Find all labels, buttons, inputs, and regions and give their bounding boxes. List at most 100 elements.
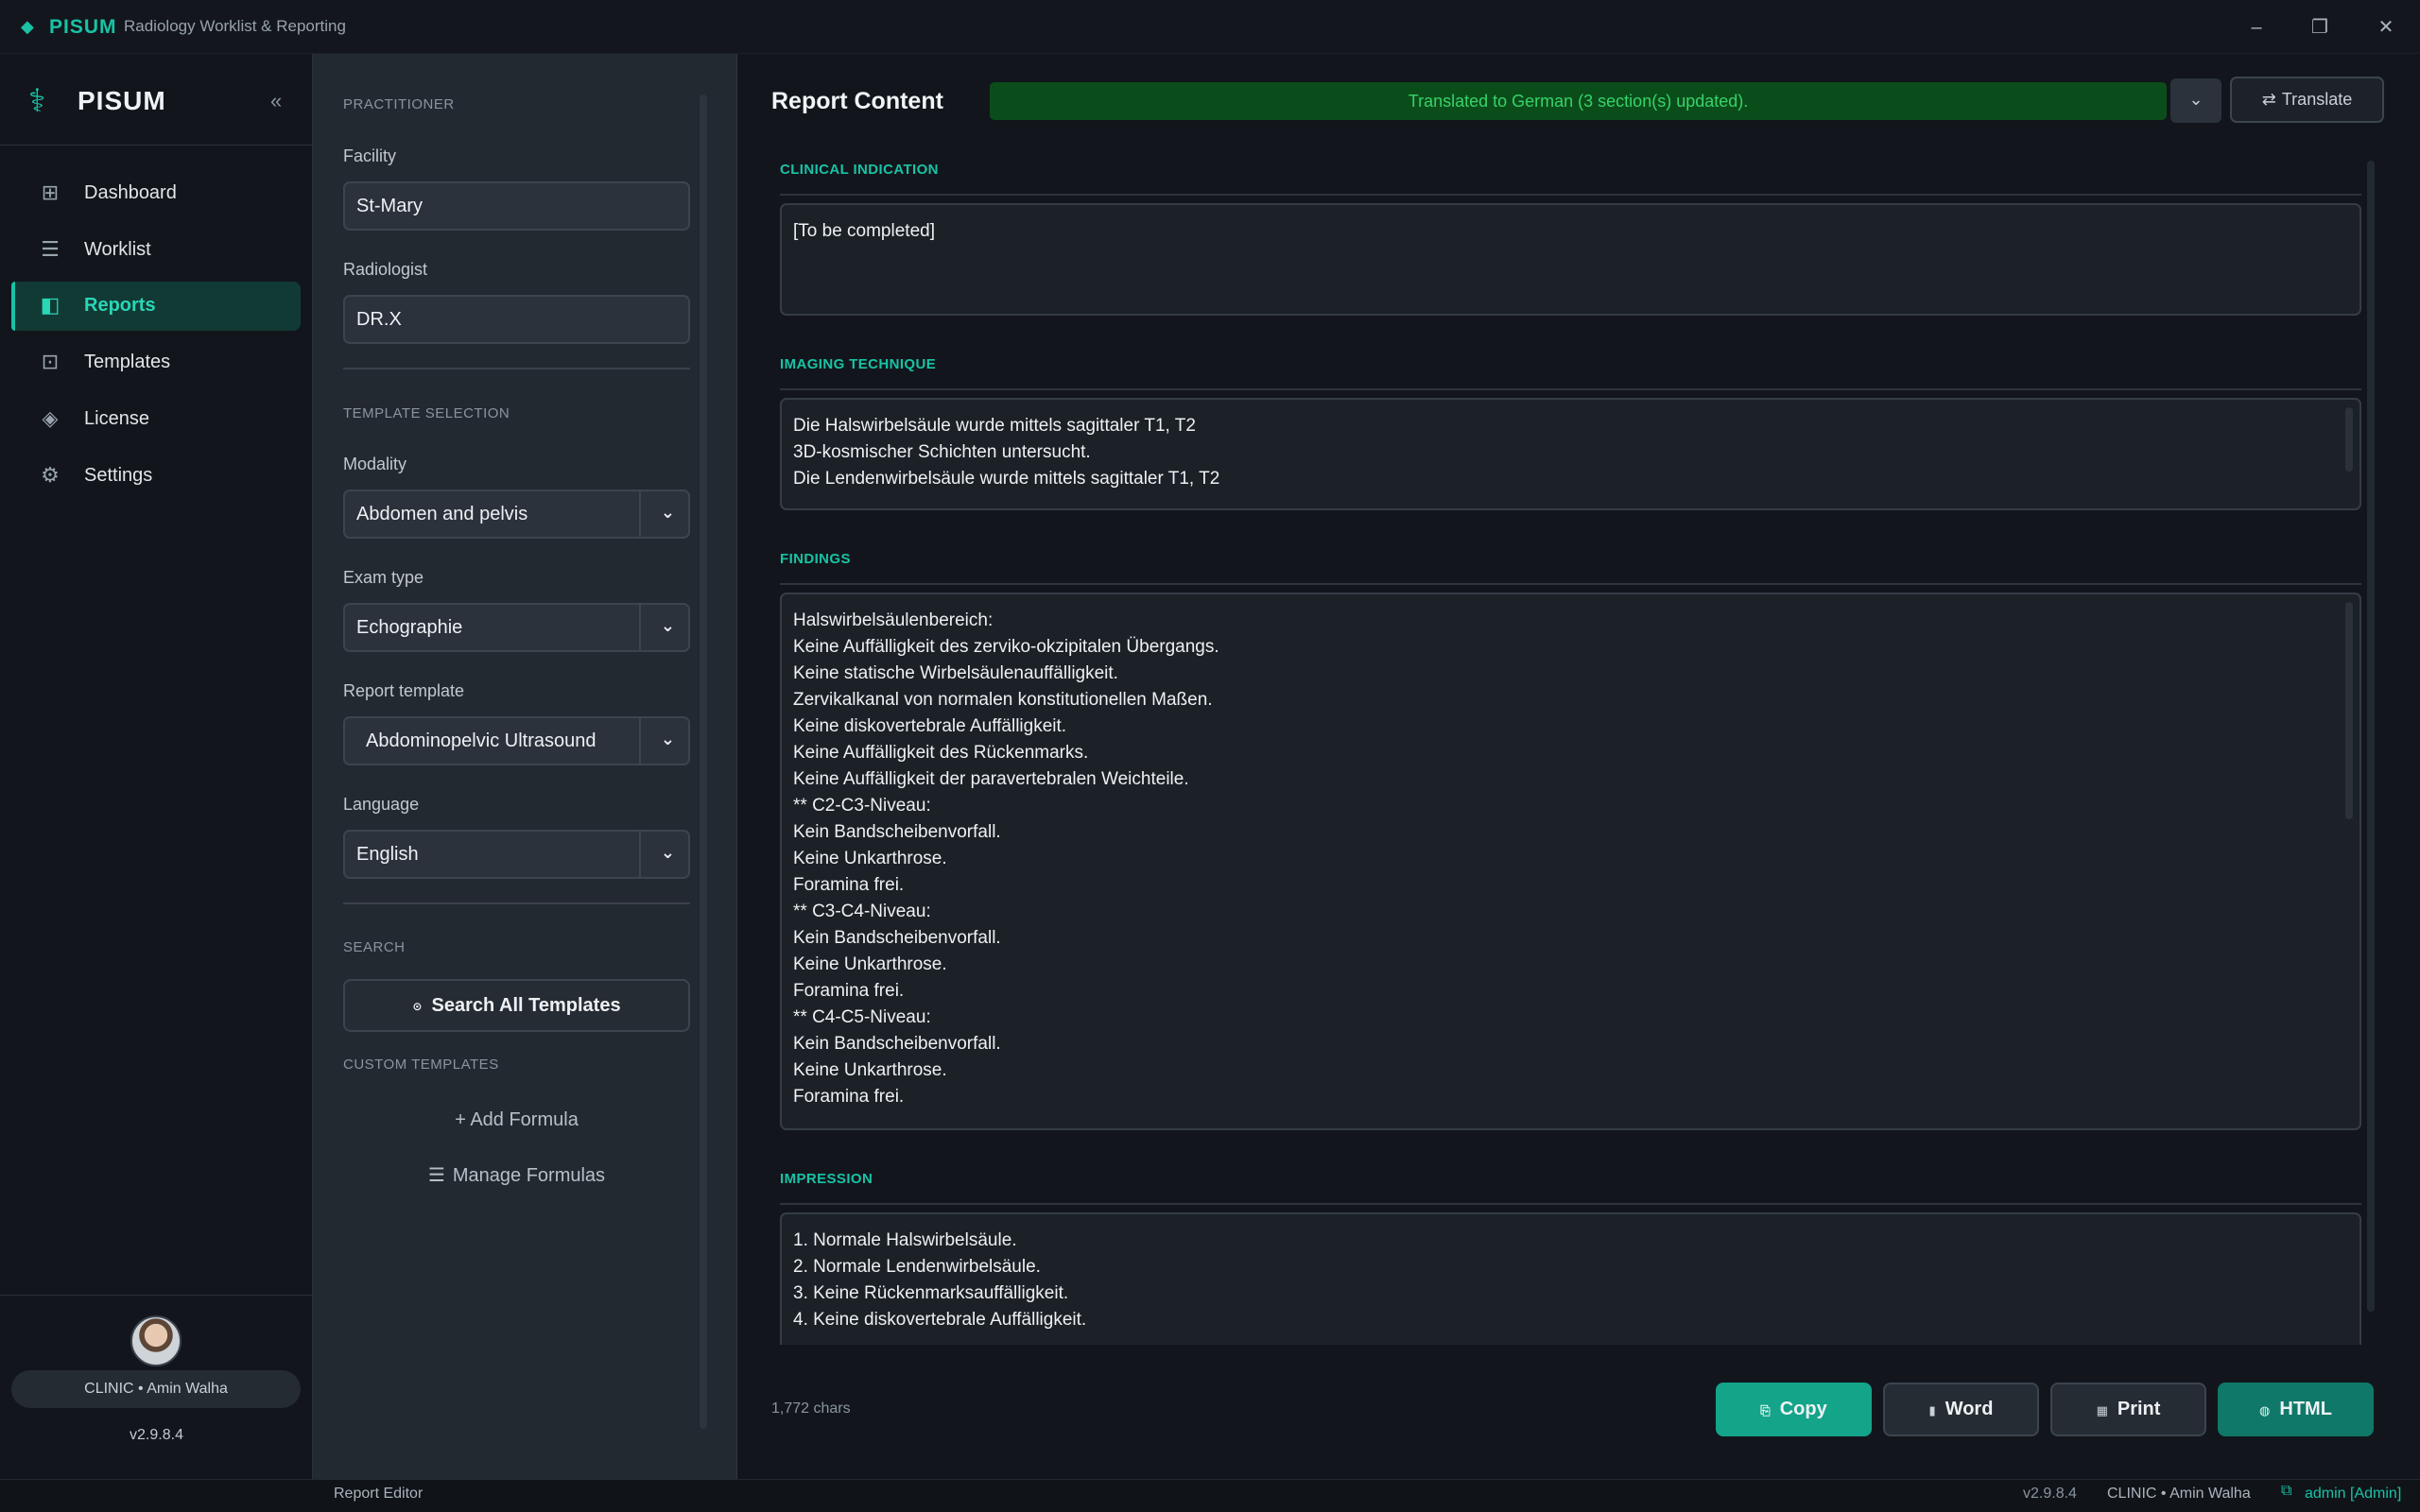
minimize-button[interactable]: – <box>2235 11 2278 43</box>
template-icon: ⊡ <box>41 350 60 373</box>
clinical-indication-textarea[interactable]: [To be completed] <box>780 203 2361 316</box>
findings-scrollbar[interactable] <box>2345 602 2353 819</box>
findings-textarea[interactable]: Halswirbelsäulenbereich: Keine Auffällig… <box>780 593 2361 1130</box>
text-line: Kein Bandscheibenvorfall. <box>793 822 1001 842</box>
section-divider <box>780 583 2361 585</box>
print-button[interactable]: ▦ Print <box>2050 1383 2206 1436</box>
sidebar-divider <box>0 145 313 146</box>
radiologist-field[interactable]: DR.X <box>343 295 690 344</box>
sidebar-item-label: Reports <box>84 295 156 316</box>
caduceus-icon: ⚕ <box>28 83 46 119</box>
report-icon: ◧ <box>40 293 60 317</box>
text-line: Die Lendenwirbelsäule wurde mittels sagi… <box>793 469 1220 489</box>
text-line: 2. Normale Lendenwirbelsäule. <box>793 1257 1041 1277</box>
impression-textarea[interactable]: 1. Normale Halswirbelsäule. 2. Normale L… <box>780 1212 2361 1345</box>
imaging-technique-label: IMAGING TECHNIQUE <box>780 356 937 372</box>
custom-templates-section-label: CUSTOM TEMPLATES <box>343 1057 499 1073</box>
report-template-label: Report template <box>343 681 465 700</box>
html-export-button[interactable]: ◍ HTML <box>2218 1383 2374 1436</box>
word-export-button[interactable]: ▮ Word <box>1883 1383 2039 1436</box>
facility-field[interactable]: St-Mary <box>343 181 690 231</box>
form-scrollbar[interactable] <box>700 94 707 1429</box>
text-line: ** C4-C5-Niveau: <box>793 1007 931 1027</box>
report-template-select[interactable]: Abdominopelvic Ultrasound ⌄ <box>343 716 690 765</box>
sidebar-item-license[interactable]: ◈ License <box>11 395 301 444</box>
exam-type-select[interactable]: Echographie ⌄ <box>343 603 690 652</box>
imaging-technique-textarea[interactable]: Die Halswirbelsäule wurde mittels sagitt… <box>780 398 2361 510</box>
language-value: English <box>356 844 419 865</box>
sidebar-item-label: Templates <box>84 352 171 372</box>
list-icon: ☰ <box>41 237 60 261</box>
findings-label: FINDINGS <box>780 551 851 567</box>
modality-select[interactable]: Abdomen and pelvis ⌄ <box>343 490 690 539</box>
external-link-icon: ⧉ <box>2281 1483 2292 1499</box>
copy-label: Copy <box>1779 1399 1827 1419</box>
translation-toast: Translated to German (3 section(s) updat… <box>990 82 2167 120</box>
chevron-down-icon: ⌄ <box>660 730 675 748</box>
select-separator <box>639 491 641 537</box>
section-divider <box>780 388 2361 390</box>
editor-scrollbar[interactable] <box>2367 161 2375 1312</box>
swap-icon: ⇄ <box>2261 90 2276 109</box>
section-divider <box>780 1203 2361 1205</box>
exam-type-label: Exam type <box>343 568 424 587</box>
sidebar-item-settings[interactable]: ⚙ Settings <box>11 452 301 501</box>
text-line: [To be completed] <box>793 221 935 241</box>
app-subtitle: Radiology Worklist & Reporting <box>124 17 346 35</box>
text-line: Kein Bandscheibenvorfall. <box>793 928 1001 948</box>
impression-label: IMPRESSION <box>780 1171 873 1187</box>
translate-label: Translate <box>2281 90 2353 109</box>
modality-value: Abdomen and pelvis <box>356 504 528 524</box>
radiologist-label: Radiologist <box>343 260 428 279</box>
text-line: Keine Unkarthrose. <box>793 954 947 974</box>
search-section-label: SEARCH <box>343 939 406 955</box>
avatar[interactable] <box>130 1315 182 1366</box>
chevron-down-icon: ⌄ <box>660 503 675 522</box>
text-line: Keine statische Wirbelsäulenauffälligkei… <box>793 663 1118 683</box>
search-all-templates-button[interactable]: ⊙ Search All Templates <box>343 979 690 1032</box>
technique-scrollbar[interactable] <box>2345 407 2353 472</box>
chevron-down-icon: ⌄ <box>2188 90 2204 109</box>
chevron-down-icon: ⌄ <box>660 843 675 862</box>
search-button-label: Search All Templates <box>431 995 621 1016</box>
text-line: 1. Normale Halswirbelsäule. <box>793 1230 1017 1250</box>
template-selection-section-label: TEMPLATE SELECTION <box>343 405 510 421</box>
clinical-indication-label: CLINICAL INDICATION <box>780 162 939 178</box>
close-window-button[interactable]: ✕ <box>2364 11 2408 43</box>
list-icon: ☰ <box>427 1165 445 1186</box>
app-title: PISUM <box>49 16 117 38</box>
manage-formulas-label: Manage Formulas <box>452 1165 606 1186</box>
text-line: Keine Unkarthrose. <box>793 1060 947 1080</box>
language-select[interactable]: English ⌄ <box>343 830 690 879</box>
collapse-sidebar-icon[interactable]: « <box>270 89 282 113</box>
restore-button[interactable]: ❐ <box>2298 11 2342 43</box>
app-logo-icon: ◆ <box>21 17 34 36</box>
text-line: Keine Auffälligkeit der paravertebralen … <box>793 769 1189 789</box>
sidebar-item-label: Worklist <box>84 239 151 260</box>
translate-button[interactable]: ⇄ Translate <box>2230 77 2384 123</box>
text-line: Keine Unkarthrose. <box>793 849 947 868</box>
text-line: Halswirbelsäulenbereich: <box>793 610 994 630</box>
facility-label: Facility <box>343 146 397 165</box>
language-dropdown-button[interactable]: ⌄ <box>2170 78 2221 123</box>
char-count: 1,772 chars <box>771 1400 851 1417</box>
sidebar-item-reports[interactable]: ◧ Reports <box>11 282 301 331</box>
sidebar-item-label: Dashboard <box>84 182 177 203</box>
sidebar-item-templates[interactable]: ⊡ Templates <box>11 338 301 387</box>
text-line: Kein Bandscheibenvorfall. <box>793 1034 1001 1054</box>
status-admin-link[interactable]: admin [Admin] <box>2305 1486 2401 1503</box>
text-line: Foramina frei. <box>793 981 905 1001</box>
status-clinic-user: CLINIC • Amin Walha <box>2107 1486 2251 1502</box>
text-line: Foramina frei. <box>793 875 905 895</box>
manage-formulas-button[interactable]: ☰ Manage Formulas <box>343 1163 690 1187</box>
print-icon: ▦ <box>2096 1403 2108 1418</box>
section-divider <box>780 194 2361 196</box>
sidebar-item-worklist[interactable]: ☰ Worklist <box>11 226 301 275</box>
app-version: v2.9.8.4 <box>130 1427 183 1443</box>
add-formula-button[interactable]: + Add Formula <box>343 1109 690 1131</box>
copy-button[interactable]: ⎘ Copy <box>1716 1383 1872 1436</box>
modality-label: Modality <box>343 455 407 473</box>
globe-icon: ◍ <box>2259 1403 2271 1418</box>
copy-icon: ⎘ <box>1760 1403 1771 1418</box>
sidebar-item-dashboard[interactable]: ⊞ Dashboard <box>11 169 301 218</box>
